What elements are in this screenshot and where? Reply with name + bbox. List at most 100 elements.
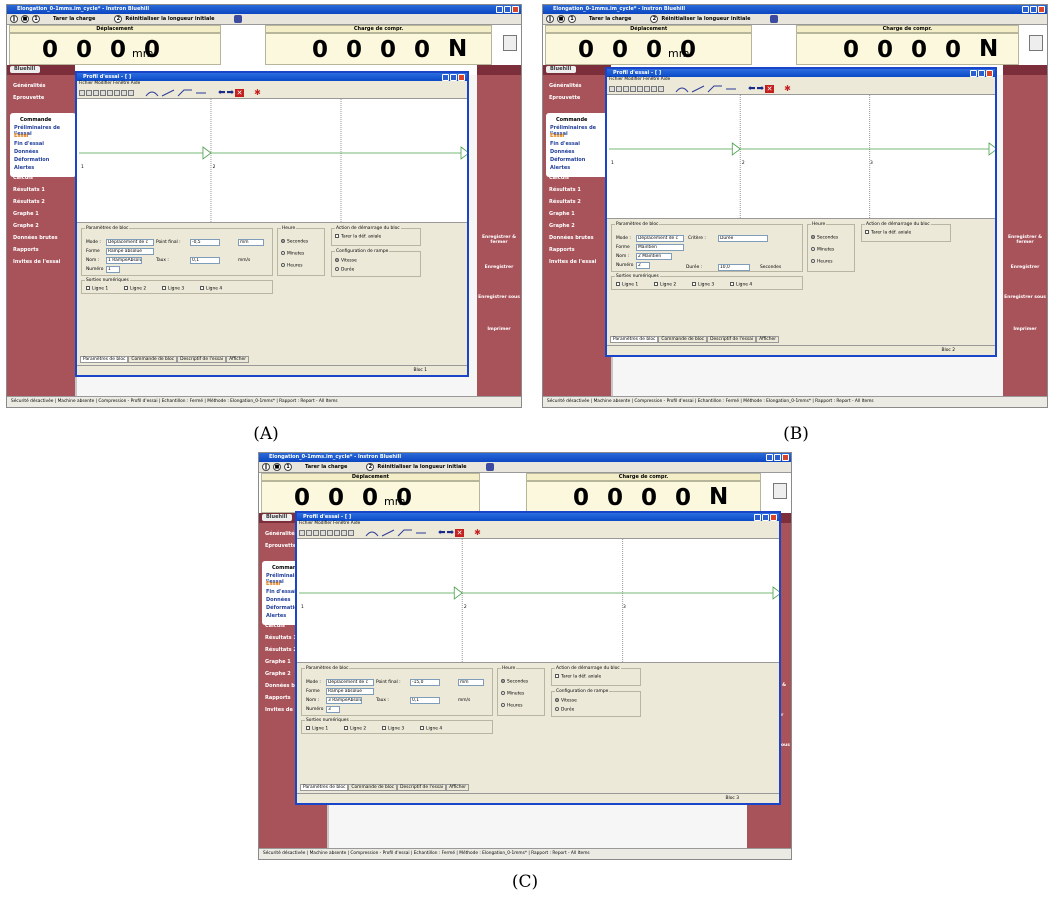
dialog-minimize-icon[interactable] [442,74,449,81]
output-line-1-checkbox[interactable]: Ligne 1 [306,726,328,732]
rate-field[interactable]: 0,1 [190,257,220,264]
insert-block-icon[interactable]: ✱ [474,528,481,537]
criterion-select[interactable]: Durée [718,235,768,242]
pause-icon[interactable]: ‖ [10,15,18,23]
nav-subitem-1[interactable]: Essai [550,133,564,139]
arrow-left-icon[interactable]: ⬅ [748,84,756,94]
tab-3[interactable]: Afficher [446,784,470,791]
calculator-icon[interactable] [1029,35,1043,51]
nav-subitem-5[interactable]: Alertes [550,165,570,171]
nav-item-6[interactable]: Graphe 1 [549,211,575,217]
help-icon[interactable] [121,89,127,96]
delete-block-icon[interactable]: ✕ [765,84,775,93]
reset-length-button[interactable]: Réinitialiser la longueur initiale [661,16,750,22]
tab-3[interactable]: Afficher [226,356,250,363]
reset-length-button[interactable]: Réinitialiser la longueur initiale [377,464,466,470]
nav-item-4[interactable]: Résultats 1 [549,187,581,193]
nav-item-7[interactable]: Graphe 2 [549,223,575,229]
mode-select[interactable]: Déplacement de c [636,235,684,242]
tare-axial-checkbox[interactable]: Tarer la déf. axiale [555,674,601,680]
arrow-right-icon[interactable]: ➡ [447,528,455,538]
nav-item-9[interactable]: Rapports [549,247,575,253]
nav-subitem-4[interactable]: Déformation [14,157,49,163]
ramp-shapes-icon[interactable] [144,88,208,98]
dialog-maximize-icon[interactable] [450,74,457,81]
save-as-button[interactable]: Enregistrer sous [477,295,521,300]
delete-block-icon[interactable]: ✕ [235,88,245,97]
bluehill-button[interactable]: Bluehill [262,514,292,521]
hours-radio[interactable]: Heures [811,259,832,265]
duration-field[interactable]: 10,0 [718,264,750,271]
ramp-shapes-icon[interactable] [674,84,738,94]
window-controls[interactable] [1022,6,1045,13]
output-line-4-checkbox[interactable]: Ligne 4 [200,286,222,292]
nav-item-1[interactable]: Eprouvette [265,543,296,549]
help-icon[interactable] [651,85,657,92]
calculator-icon[interactable] [503,35,517,51]
instrument-icon[interactable] [485,463,494,471]
save-icon[interactable] [79,89,85,96]
calculator-icon[interactable] [773,483,787,499]
nav-item-5[interactable]: Résultats 2 [265,647,297,653]
properties-icon[interactable] [128,89,134,96]
dialog-controls[interactable] [754,514,777,521]
mode-select[interactable]: Déplacement de c [106,239,154,246]
nav-subitem-2[interactable]: Fin d'essai [266,589,296,595]
step-1-icon[interactable]: 1 [32,15,40,23]
insert-block-icon[interactable]: ✱ [784,84,791,93]
save-close-button[interactable]: Enregistrer & fermer [477,235,521,245]
insert-block-icon[interactable]: ✱ [254,88,261,97]
tab-1[interactable]: Commande de bloc [658,336,708,343]
hours-radio[interactable]: Heures [501,703,522,709]
nav-item-0[interactable]: Généralités [265,531,297,537]
delete-icon[interactable] [334,529,340,536]
print-icon[interactable] [306,529,312,536]
copy-icon[interactable] [320,529,326,536]
maximize-icon[interactable] [1030,6,1037,13]
nav-subitem-1[interactable]: Essai [14,133,28,139]
delete-block-icon[interactable]: ✕ [455,528,465,537]
tab-2[interactable]: Descriptif de l'essai [397,784,447,791]
save-icon[interactable] [609,85,615,92]
close-icon[interactable] [512,6,519,13]
cut-icon[interactable] [313,529,319,536]
tab-0[interactable]: Paramètres de bloc [610,336,659,343]
nav-subitem-5[interactable]: Alertes [14,165,34,171]
shape-select[interactable]: Rampe absolue [106,248,154,255]
close-icon[interactable] [782,454,789,461]
shape-select[interactable]: Maintien [636,244,684,251]
final-point-field[interactable]: -0,5 [190,239,220,246]
copy-icon[interactable] [630,85,636,92]
dialog-controls[interactable] [970,70,993,77]
nav-item-9[interactable]: Rapports [265,695,291,701]
copy-icon[interactable] [100,89,106,96]
dialog-controls[interactable] [442,74,465,81]
print-icon[interactable] [86,89,92,96]
nav-item-0[interactable]: Généralités [13,83,45,89]
tab-1[interactable]: Commande de bloc [348,784,398,791]
paste-icon[interactable] [327,529,333,536]
reset-load-button[interactable]: Tarer la charge [589,16,631,22]
nav-item-5[interactable]: Résultats 2 [549,199,581,205]
speed-radio[interactable]: Vitesse [555,698,577,704]
nav-item-1[interactable]: Eprouvette [549,95,580,101]
arrow-left-icon[interactable]: ⬅ [438,528,446,538]
nav-item-10[interactable]: Invites de l'essai [549,259,596,265]
arrow-right-icon[interactable]: ➡ [227,88,235,98]
dialog-maximize-icon[interactable] [762,514,769,521]
final-unit-select[interactable]: mm [458,679,484,686]
tare-axial-checkbox[interactable]: Tarer la déf. axiale [335,234,381,240]
nav-subitem-1[interactable]: Essai [266,581,280,587]
nav-item-1[interactable]: Eprouvette [13,95,44,101]
help-icon[interactable] [341,529,347,536]
arrow-right-icon[interactable]: ➡ [757,84,765,94]
nav-item-8[interactable]: Données brutes [13,235,58,241]
close-icon[interactable] [1038,6,1045,13]
nav-item-6[interactable]: Graphe 1 [265,659,291,665]
mode-select[interactable]: Déplacement de c [326,679,374,686]
cut-icon[interactable] [93,89,99,96]
step-1-icon[interactable]: 1 [284,463,292,471]
hours-radio[interactable]: Heures [281,263,302,269]
nav-subitem-2[interactable]: Fin d'essai [14,141,44,147]
print-icon[interactable] [616,85,622,92]
